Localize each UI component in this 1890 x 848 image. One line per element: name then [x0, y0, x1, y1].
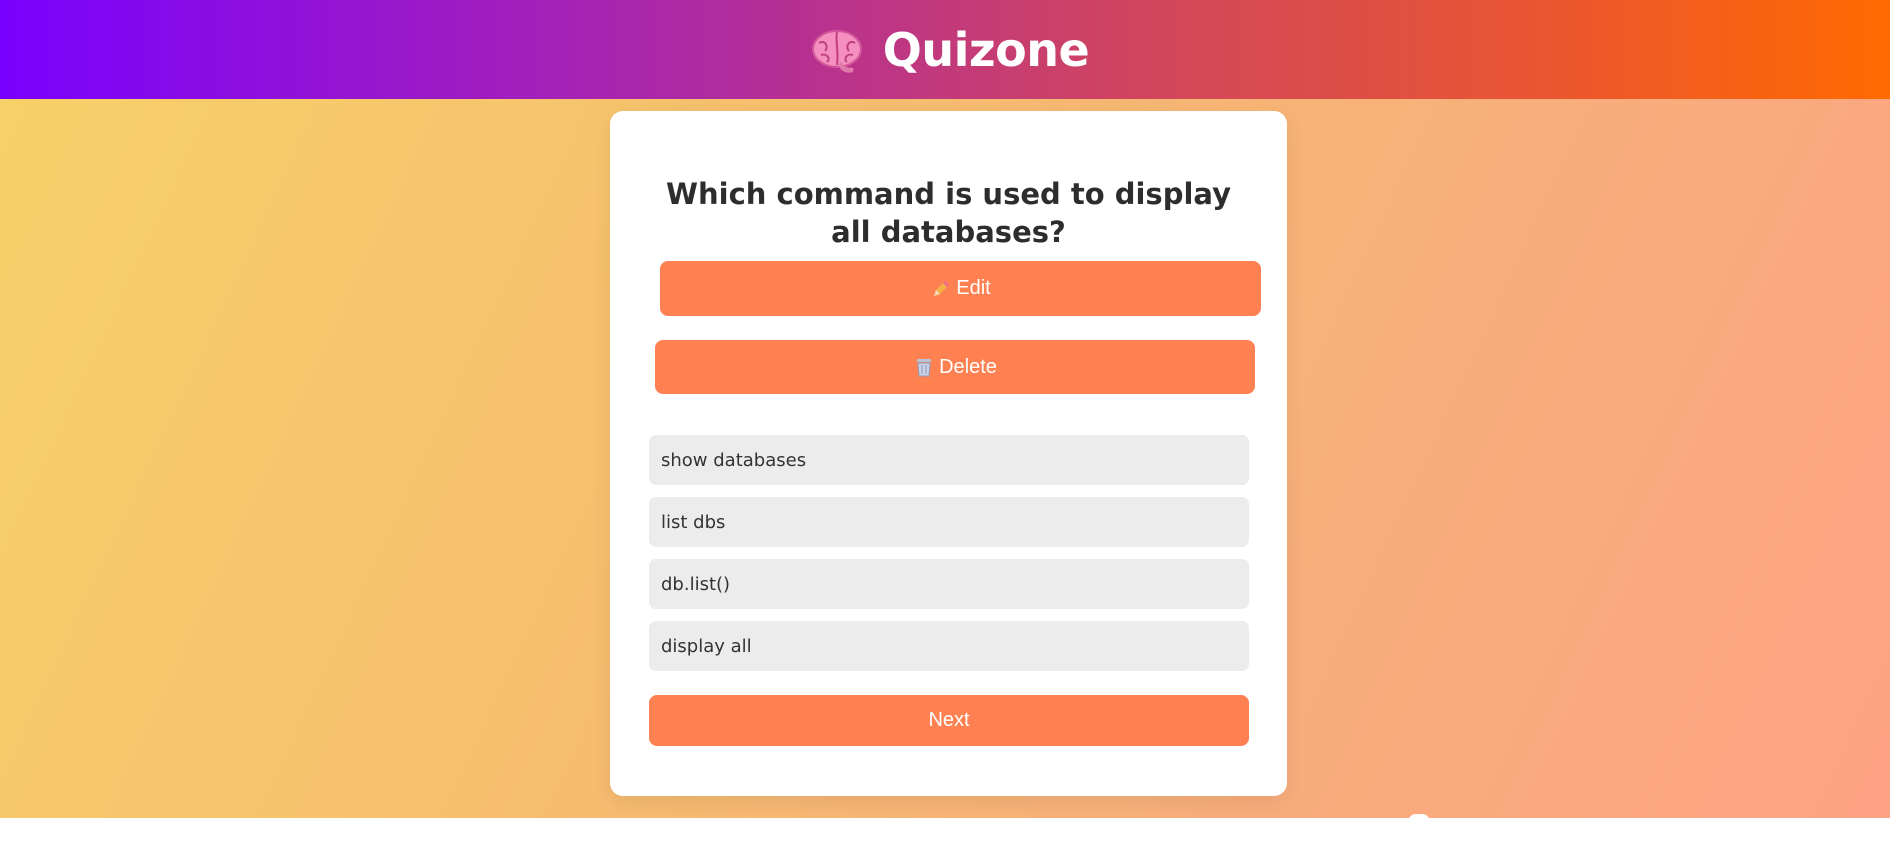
- answer-option[interactable]: show databases: [649, 435, 1249, 485]
- next-button[interactable]: Next: [649, 695, 1249, 746]
- answer-option[interactable]: db.list(): [649, 559, 1249, 609]
- delete-label: Delete: [939, 355, 997, 378]
- brain-icon: [811, 29, 862, 73]
- question-text: Which command is used to display all dat…: [666, 177, 1231, 249]
- app-title: Quizone: [882, 22, 1090, 77]
- brand[interactable]: Quizone: [811, 22, 1090, 77]
- app-header: Quizone: [0, 0, 1890, 99]
- footer-bump: [1408, 814, 1430, 822]
- delete-button[interactable]: Delete: [655, 340, 1255, 394]
- edit-label: Edit: [956, 277, 991, 299]
- edit-button[interactable]: Edit: [660, 261, 1261, 316]
- pencil-icon: [934, 280, 950, 296]
- trash-icon: [917, 359, 932, 377]
- answer-option[interactable]: display all: [649, 621, 1249, 671]
- answer-option[interactable]: list dbs: [649, 497, 1249, 547]
